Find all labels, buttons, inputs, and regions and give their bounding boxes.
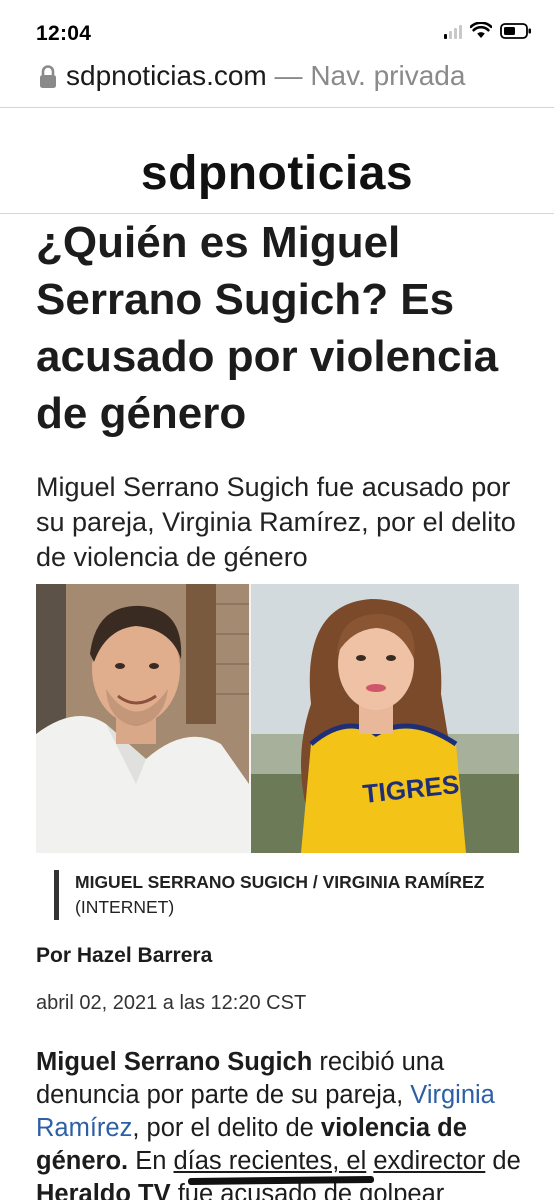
wifi-icon xyxy=(470,22,492,39)
caption-names: MIGUEL SERRANO SUGICH / VIRGINIA RAMÍREZ xyxy=(75,872,485,892)
url-separator: — xyxy=(266,60,311,91)
body-text-2: , por el delito de xyxy=(132,1114,321,1142)
private-mode-label: Nav. privada xyxy=(310,60,466,91)
body-text-3: En xyxy=(128,1147,174,1175)
article-subtitle: Miguel Serrano Sugich fue acusado por su… xyxy=(36,472,516,572)
site-header: sdpnoticias xyxy=(0,108,554,214)
url-text[interactable]: sdpnoticias.com — Nav. privada xyxy=(66,60,465,92)
publish-date: abril 02, 2021 a las 12:20 CST xyxy=(36,992,307,1014)
article-headline: ¿Quién es Miguel Serrano Sugich? Es acus… xyxy=(36,218,499,438)
photo-woman: TIGRES xyxy=(251,584,519,853)
address-bar[interactable]: sdpnoticias.com — Nav. privada xyxy=(0,52,554,108)
status-icons xyxy=(444,22,532,39)
lock-icon xyxy=(38,64,58,95)
status-time: 12:04 xyxy=(36,22,92,45)
body-text-5: de xyxy=(485,1147,521,1175)
exdirector-link[interactable]: exdirector xyxy=(373,1147,485,1175)
heraldo-tv-link[interactable]: Heraldo TV xyxy=(36,1180,171,1200)
caption-credit: (INTERNET) xyxy=(75,897,175,917)
photo-caption: MIGUEL SERRANO SUGICH / VIRGINIA RAMÍREZ… xyxy=(54,870,524,920)
battery-icon xyxy=(500,22,532,39)
author-byline: Por Hazel Barrera xyxy=(36,944,213,967)
url-domain: sdpnoticias.com xyxy=(66,60,267,91)
signal-icon xyxy=(444,23,462,39)
site-logo[interactable]: sdpnoticias xyxy=(0,146,554,201)
dias-recientes-link[interactable]: días recientes, el xyxy=(173,1147,366,1175)
article-photo[interactable]: TIGRES xyxy=(36,584,519,853)
status-bar: 12:04 xyxy=(0,0,554,58)
body-bold-name: Miguel Serrano Sugich xyxy=(36,1048,313,1076)
photo-man xyxy=(36,584,249,853)
